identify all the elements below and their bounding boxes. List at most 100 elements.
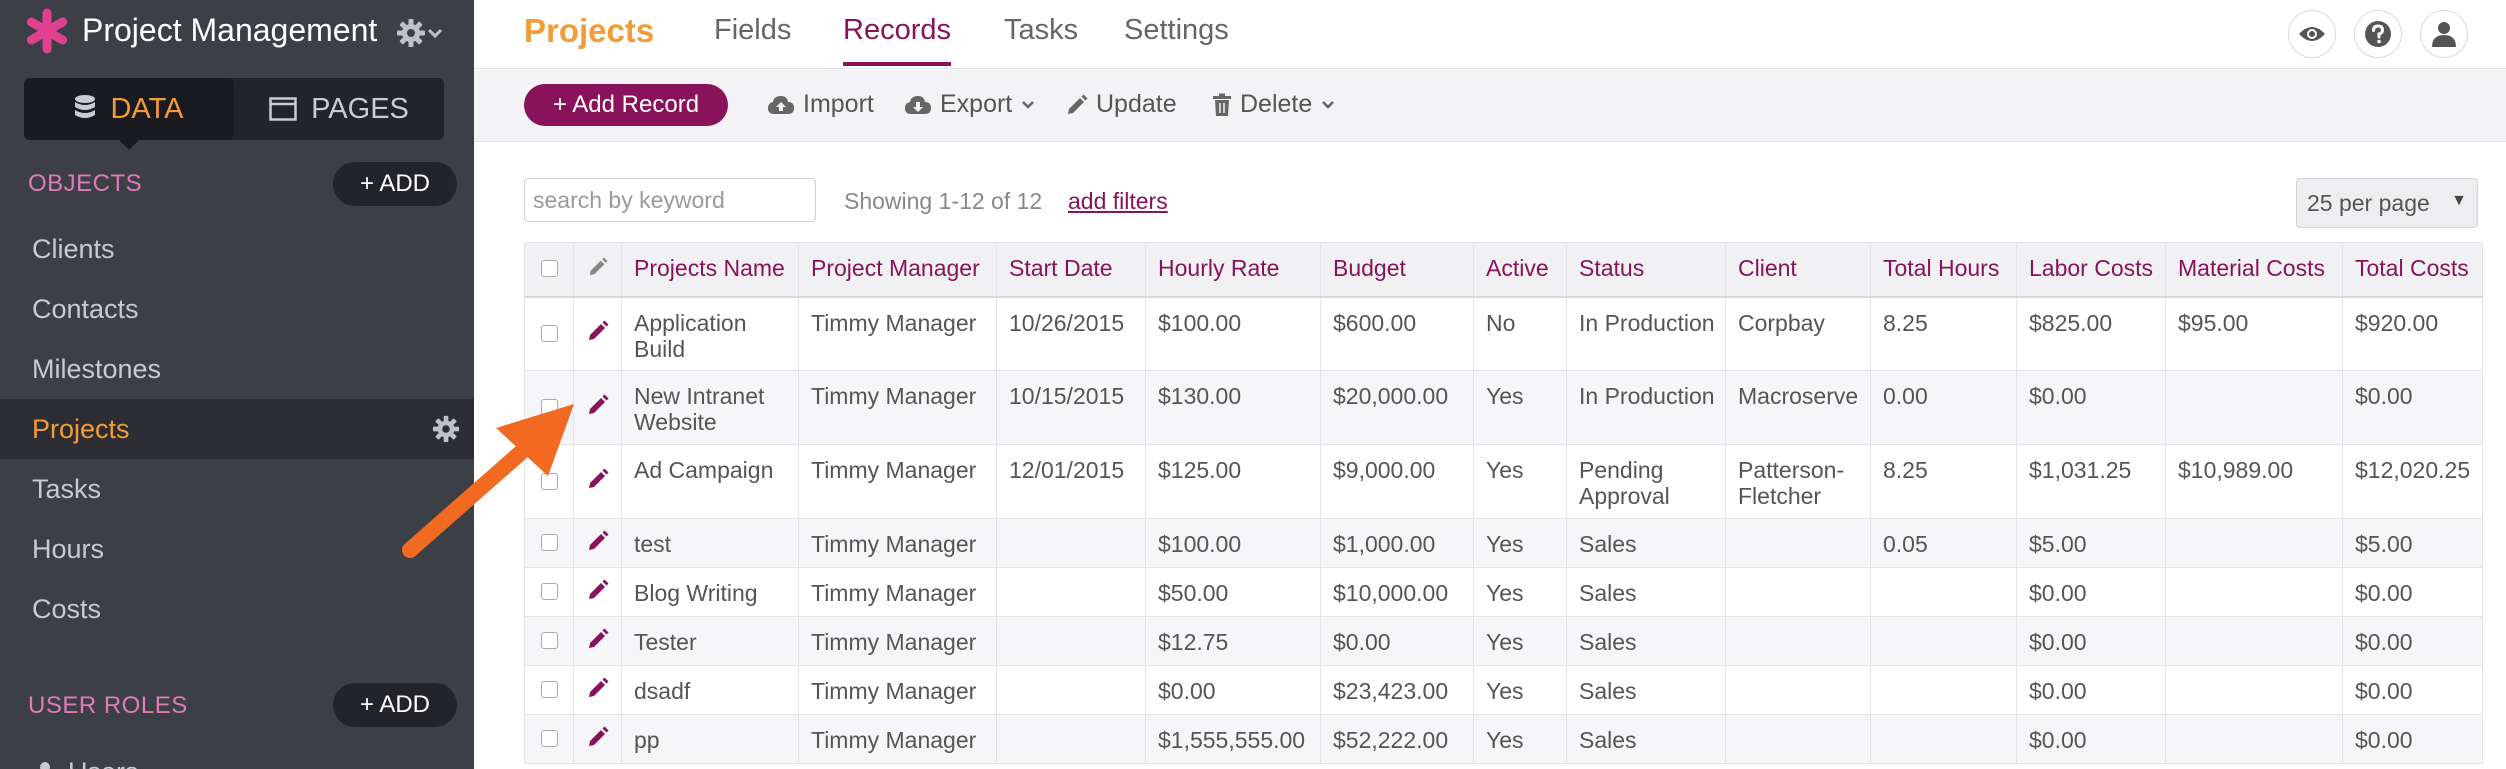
help-button[interactable] [2354, 10, 2402, 58]
cell-total-hours: 8.25 [1870, 444, 2017, 519]
sidebar-item-clients[interactable]: Clients [0, 219, 474, 279]
edit-pencil-icon[interactable] [587, 677, 609, 699]
cell-client [1725, 665, 1871, 715]
cell-labor-costs: $0.00 [2016, 567, 2166, 617]
column-header-start-date[interactable]: Start Date [996, 242, 1146, 298]
column-header-total-costs[interactable]: Total Costs [2342, 242, 2483, 298]
cell-labor-costs: $825.00 [2016, 296, 2166, 371]
eye-icon [2299, 27, 2325, 41]
column-header-projects-name[interactable]: Projects Name [621, 242, 799, 298]
import-button[interactable]: Import [767, 90, 874, 119]
cell-hourly-rate: $12.75 [1145, 616, 1321, 666]
cell-total-costs: $920.00 [2342, 296, 2483, 371]
cell-labor-costs: $0.00 [2016, 370, 2166, 445]
cell-project-manager: Timmy Manager [798, 714, 997, 764]
row-checkbox[interactable] [540, 730, 558, 747]
records-table: Projects Name Project Manager Start Date… [524, 242, 2483, 764]
cell-status: In Production [1566, 296, 1726, 371]
tab-records[interactable]: Records [843, 14, 951, 66]
row-edit-cell [573, 567, 622, 617]
sidebar-item-label: Projects [32, 413, 130, 444]
column-header-hourly-rate[interactable]: Hourly Rate [1145, 242, 1321, 298]
row-select-cell [524, 665, 574, 715]
data-mode-button[interactable]: DATA [24, 78, 234, 150]
row-edit-cell [573, 714, 622, 764]
add-record-button[interactable]: + Add Record [524, 84, 728, 126]
object-title[interactable]: Projects [524, 12, 654, 50]
export-dropdown[interactable]: Export [904, 90, 1036, 119]
export-label: Export [940, 90, 1013, 118]
edit-pencil-icon[interactable] [587, 726, 609, 748]
column-header-client[interactable]: Client [1725, 242, 1871, 298]
row-edit-cell [573, 616, 622, 666]
select-all-checkbox[interactable] [540, 259, 558, 277]
row-checkbox[interactable] [540, 632, 558, 649]
edit-pencil-icon[interactable] [587, 579, 609, 601]
cell-budget: $23,423.00 [1320, 665, 1474, 715]
app-settings-dropdown[interactable] [396, 16, 448, 50]
cell-projects-name: Ad Campaign [621, 444, 799, 519]
cell-client [1725, 616, 1871, 666]
sidebar-item-costs[interactable]: Costs [0, 579, 474, 639]
tab-settings[interactable]: Settings [1124, 14, 1229, 66]
cell-hourly-rate: $130.00 [1145, 370, 1321, 445]
cell-projects-name: New Intranet Website [621, 370, 799, 445]
add-object-button[interactable]: + ADD [333, 162, 457, 206]
pages-mode-button[interactable]: PAGES [234, 78, 444, 140]
column-header-project-manager[interactable]: Project Manager [798, 242, 997, 298]
cell-active: Yes [1473, 665, 1567, 715]
table-row[interactable]: Blog Writing Timmy Manager $50.00 $10,000.0… [524, 567, 2483, 617]
column-header-total-hours[interactable]: Total Hours [1870, 242, 2017, 298]
row-checkbox[interactable] [540, 583, 558, 600]
table-row[interactable]: dsadf Timmy Manager $0.00 $23,423.00 Yes Sale… [524, 665, 2483, 715]
tab-fields[interactable]: Fields [714, 14, 791, 66]
cell-budget: $600.00 [1320, 296, 1474, 371]
cell-client: Patterson-Fletcher [1725, 444, 1871, 519]
select-all-cell [524, 242, 574, 298]
gear-icon [397, 19, 425, 47]
column-header-active[interactable]: Active [1473, 242, 1567, 298]
cell-client [1725, 567, 1871, 617]
row-checkbox[interactable] [540, 681, 558, 698]
add-filters-link[interactable]: add filters [1068, 188, 1168, 215]
sidebar-item-label: Users [68, 757, 139, 769]
table-row[interactable]: pp Timmy Manager $1,555,555.00 $52,222.00 Ye… [524, 714, 2483, 764]
cell-project-manager: Timmy Manager [798, 296, 997, 371]
search-input[interactable] [524, 178, 816, 222]
preview-button[interactable] [2288, 10, 2336, 58]
table-row[interactable]: Tester Timmy Manager $12.75 $0.00 Yes Sales $0… [524, 616, 2483, 666]
cell-start-date [996, 567, 1146, 617]
cell-project-manager: Timmy Manager [798, 518, 997, 568]
cell-client [1725, 714, 1871, 764]
column-header-budget[interactable]: Budget [1320, 242, 1474, 298]
row-checkbox[interactable] [540, 324, 558, 342]
row-edit-cell [573, 665, 622, 715]
chevron-down-icon [1322, 100, 1335, 109]
account-button[interactable] [2420, 10, 2468, 58]
delete-dropdown[interactable]: Delete [1212, 90, 1336, 119]
cell-labor-costs: $0.00 [2016, 665, 2166, 715]
table-row[interactable]: test Timmy Manager $100.00 $1,000.00 Yes Sale… [524, 518, 2483, 568]
cell-start-date [996, 714, 1146, 764]
add-user-role-button[interactable]: + ADD [333, 683, 457, 727]
column-header-status[interactable]: Status [1566, 242, 1726, 298]
table-row[interactable]: New Intranet Website Timmy Manager 10/15/2… [524, 370, 2483, 445]
edit-pencil-icon[interactable] [587, 628, 609, 650]
cell-hourly-rate: $100.00 [1145, 296, 1321, 371]
sidebar-item-label: Tasks [32, 473, 102, 504]
cell-material-costs [2165, 616, 2343, 666]
cell-total-hours [1870, 616, 2017, 666]
cell-active: No [1473, 296, 1567, 371]
per-page-select[interactable]: 25 per page ▼ [2296, 178, 2478, 228]
tab-tasks[interactable]: Tasks [1004, 14, 1078, 66]
sidebar-item-contacts[interactable]: Contacts [0, 279, 474, 339]
edit-pencil-icon[interactable] [587, 320, 609, 342]
column-header-material-costs[interactable]: Material Costs [2165, 242, 2343, 298]
sidebar-item-users[interactable]: Users [0, 742, 474, 769]
table-row[interactable]: Application Build Timmy Manager 10/26/2015… [524, 296, 2483, 371]
table-row[interactable]: Ad Campaign Timmy Manager 12/01/2015 $125.0… [524, 444, 2483, 519]
cell-hourly-rate: $100.00 [1145, 518, 1321, 568]
update-button[interactable]: Update [1066, 90, 1177, 119]
cell-total-costs: $0.00 [2342, 370, 2483, 445]
column-header-labor-costs[interactable]: Labor Costs [2016, 242, 2166, 298]
